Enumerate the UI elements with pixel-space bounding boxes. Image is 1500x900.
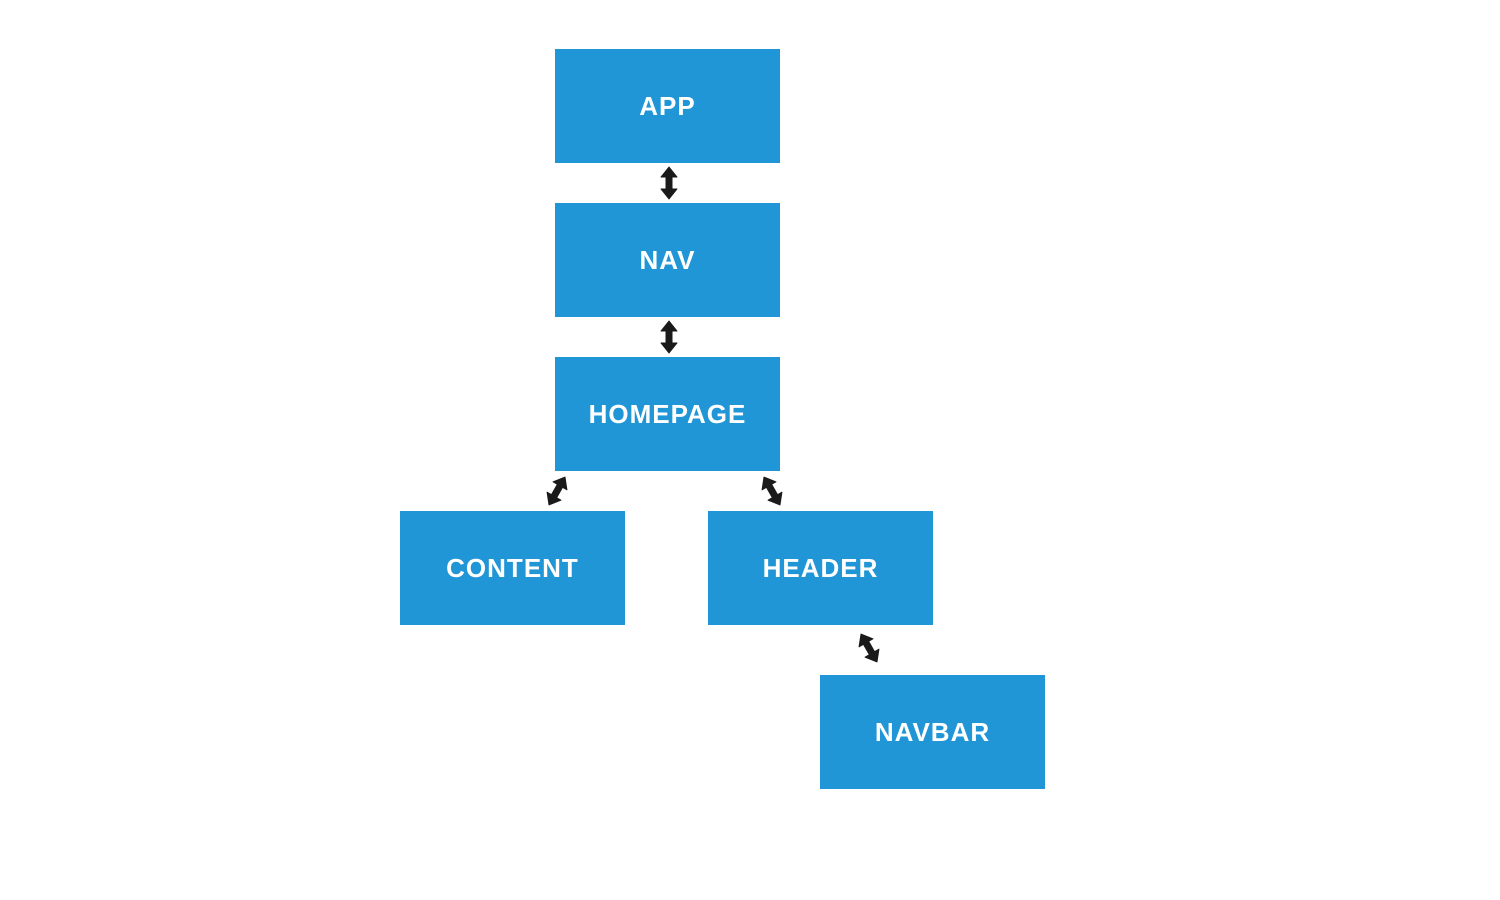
double-arrow-icon: [751, 468, 793, 513]
node-navbar-label: NAVBAR: [875, 717, 990, 748]
double-arrow-icon: [848, 625, 890, 670]
node-nav: NAV: [555, 203, 780, 317]
node-navbar: NAVBAR: [820, 675, 1045, 789]
node-app-label: APP: [639, 91, 695, 122]
node-app: APP: [555, 49, 780, 163]
node-homepage-label: HOMEPAGE: [589, 399, 747, 430]
node-content-label: CONTENT: [446, 553, 579, 584]
node-header-label: HEADER: [763, 553, 879, 584]
double-arrow-icon: [655, 165, 683, 201]
node-content: CONTENT: [400, 511, 625, 625]
double-arrow-icon: [536, 468, 578, 513]
node-homepage: HOMEPAGE: [555, 357, 780, 471]
double-arrow-icon: [655, 319, 683, 355]
node-header: HEADER: [708, 511, 933, 625]
node-nav-label: NAV: [640, 245, 696, 276]
